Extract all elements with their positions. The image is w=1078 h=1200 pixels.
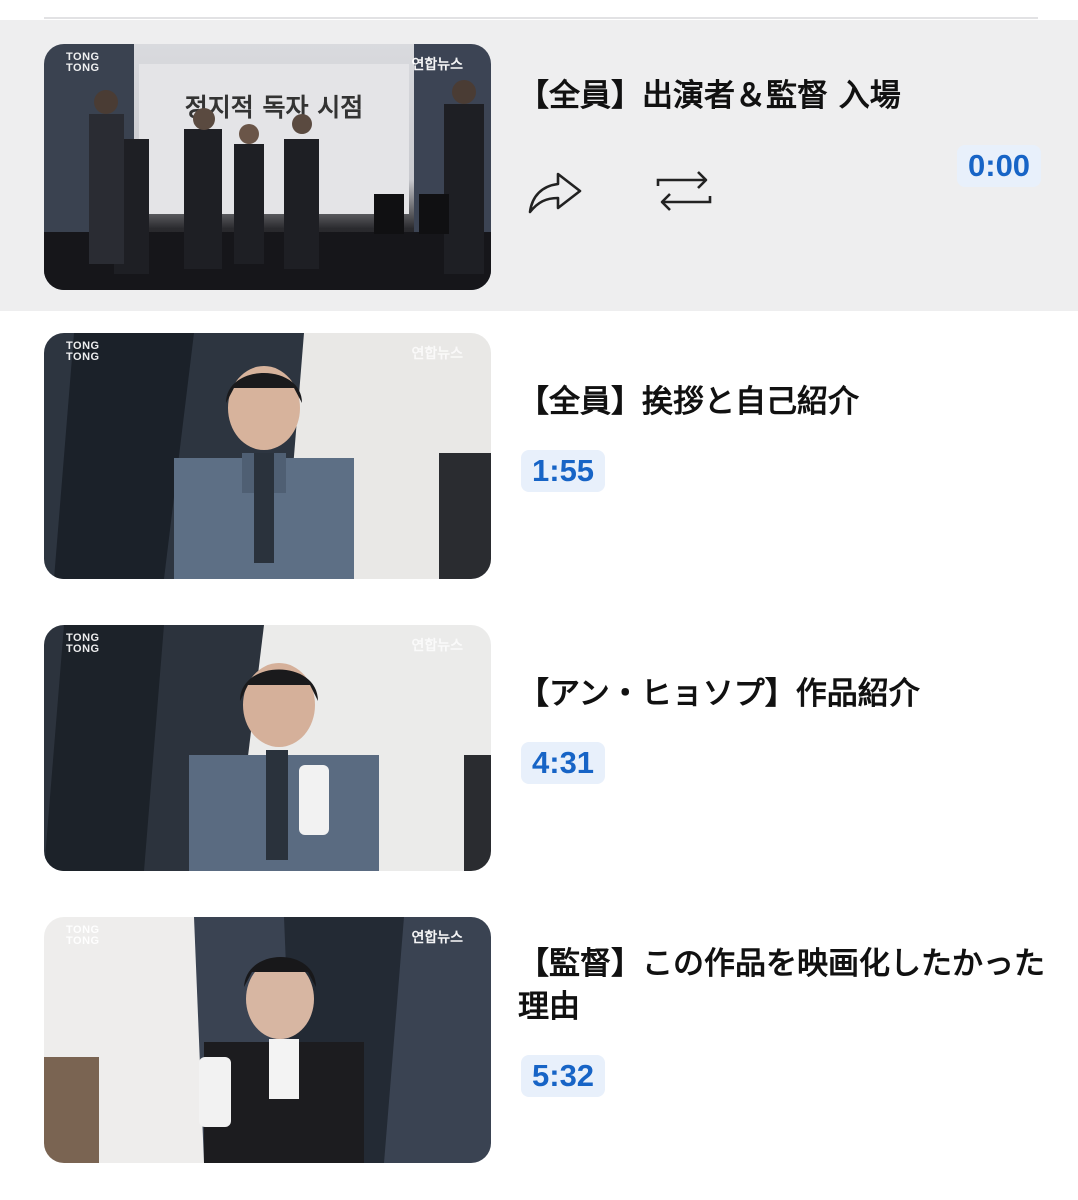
thumbnail-image [44,333,491,579]
chapter-item-3[interactable]: TONG TONG 연합뉴스 【アン・ヒョソプ】作品紹介 4:31 [0,603,1078,895]
watermark-yonhap: 연합뉴스 [411,930,463,946]
chapter-title: 【全員】挨拶と自己紹介 [518,384,859,420]
chapter-list: 정지적 독자 시점 TONG TONG 연합뉴스 【全員】出演者＆監督 入場 0… [0,20,1078,1200]
chapter-item-4[interactable]: TONG TONG 연합뉴스 【監督】この作品を映画化したかった理由 5:32 [0,895,1078,1200]
watermark-tongtong: TONG TONG [66,632,100,655]
repeat-button[interactable] [652,160,716,220]
chapter-thumbnail[interactable]: TONG TONG 연합뉴스 [44,625,491,871]
watermark-tongtong: TONG TONG [66,51,100,74]
watermark-yonhap: 연합뉴스 [411,57,463,73]
thumbnail-image [44,625,491,871]
watermark-tongtong: TONG TONG [66,924,100,947]
watermark-yonhap: 연합뉴스 [411,346,463,362]
chapter-timestamp[interactable]: 5:32 [521,1055,606,1097]
thumbnail-image: 정지적 독자 시점 [44,44,491,290]
watermark-yonhap: 연합뉴스 [411,638,463,654]
chapter-item-2[interactable]: TONG TONG 연합뉴스 【全員】挨拶と自己紹介 1:55 [0,311,1078,603]
chapter-item-1[interactable]: 정지적 독자 시점 TONG TONG 연합뉴스 【全員】出演者＆監督 入場 0… [0,20,1078,311]
chapter-thumbnail[interactable]: 정지적 독자 시점 TONG TONG 연합뉴스 [44,44,491,290]
chapter-timestamp[interactable]: 1:55 [521,450,606,492]
share-icon [528,172,582,214]
top-divider [44,17,1038,19]
chapter-title: 【監督】この作品を映画化したかった理由 [518,946,1045,1025]
chapter-title: 【アン・ヒョソプ】作品紹介 [518,676,920,712]
share-button[interactable] [522,160,586,220]
chapter-title: 【全員】出演者＆監督 入場 [518,78,901,114]
chapter-thumbnail[interactable]: TONG TONG 연합뉴스 [44,333,491,579]
watermark-tongtong: TONG TONG [66,340,100,363]
chapter-timestamp[interactable]: 4:31 [521,742,606,784]
repeat-icon [656,171,712,211]
chapter-timestamp[interactable]: 0:00 [957,145,1042,187]
chapter-thumbnail[interactable]: TONG TONG 연합뉴스 [44,917,491,1163]
thumbnail-image [44,917,491,1163]
